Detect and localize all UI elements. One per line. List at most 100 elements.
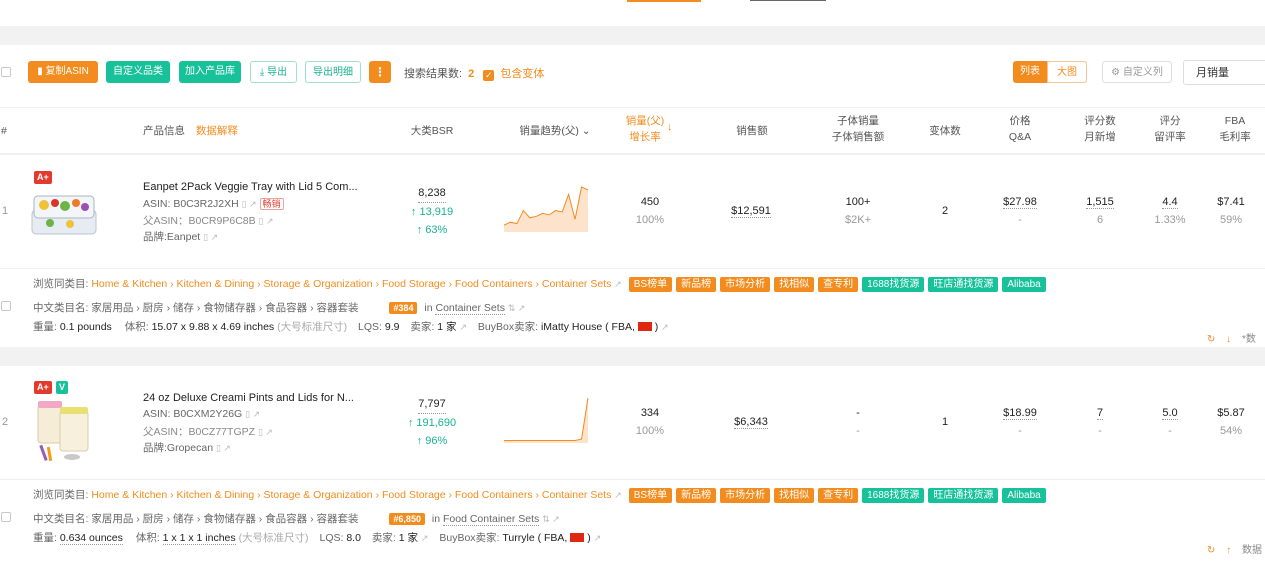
external-link-icon[interactable]: ↗ (614, 279, 622, 289)
child-revenue-label: 子体销售额 (831, 131, 885, 143)
custom-category-button[interactable]: 自定义品类 (106, 61, 170, 83)
export-detail-button[interactable]: 导出明细 (305, 61, 361, 83)
refresh-icon[interactable]: ↻ (1207, 545, 1215, 556)
external-link-icon[interactable]: ↗ (264, 216, 274, 226)
tool-tag-button[interactable]: 旺店通找货源 (928, 488, 999, 503)
product-image[interactable] (28, 188, 100, 238)
revenue-header[interactable]: 销售额 (722, 123, 782, 139)
add-to-library-button[interactable]: 加入产品库 (179, 61, 241, 83)
tool-tag-button[interactable]: 1688找货源 (862, 488, 925, 503)
fba-header[interactable]: FBA 毛利率 (1210, 113, 1260, 145)
variants-header[interactable]: 变体数 (920, 123, 970, 139)
revenue-value[interactable]: $12,591 (731, 205, 771, 218)
trend-header[interactable]: 销量趋势(父) ⌄ (510, 123, 600, 139)
more-button[interactable]: ⋮ (369, 61, 391, 83)
sort-desc-icon[interactable]: ↓ (667, 121, 673, 133)
sort-select[interactable]: 月销量 (1183, 60, 1265, 85)
size-value: 1 x 1 x 1 inches (162, 532, 236, 545)
tool-tag-button[interactable]: 新品榜 (676, 488, 717, 503)
lqs-value: 9.9 (384, 321, 400, 333)
row-checkbox[interactable] (1, 301, 11, 311)
tool-tag-button[interactable]: BS榜单 (628, 277, 673, 292)
product-title[interactable]: Eanpet 2Pack Veggie Tray with Lid 5 Com.… (143, 181, 358, 193)
tool-tag-button[interactable]: 1688找货源 (862, 277, 925, 292)
copy-asin-button[interactable]: ▮ 复制ASIN (28, 61, 98, 83)
bsr-value[interactable]: 8,238 (418, 184, 446, 203)
sales-header[interactable]: 销量(父) 增长率 (615, 113, 675, 145)
browse-path-link[interactable]: Home & Kitchen › Kitchen & Dining › Stor… (91, 489, 611, 501)
select-all-checkbox[interactable] (1, 67, 11, 77)
child-sales-cell: 100+ $2K+ (820, 193, 896, 229)
bsr-value[interactable]: 7,797 (418, 395, 446, 414)
sellers-value[interactable]: 1 家 (399, 532, 418, 544)
rank-category-link[interactable]: Container Sets (435, 302, 505, 315)
rating-header[interactable]: 评分 留评率 (1145, 113, 1195, 145)
price-cell: $27.98 - (995, 193, 1045, 229)
foot-text: *数 (1241, 334, 1256, 345)
product-row: 1 A+ Eanpet 2Pack Veggie Tray with Lid 5… (0, 155, 1265, 347)
external-link-icon[interactable]: ↗ (421, 533, 429, 543)
copy-asin-label: 复制ASIN (45, 66, 89, 77)
custom-columns-button[interactable]: ⚙ 自定义列 (1102, 61, 1172, 83)
buybox-seller[interactable]: Turryle ( FBA, (502, 532, 567, 544)
rating-count-value[interactable]: 1,515 (1086, 196, 1114, 209)
sales-cell: 450 100% (620, 193, 680, 229)
product-title[interactable]: 24 oz Deluxe Creami Pints and Lids for N… (143, 392, 354, 404)
tool-tag-button[interactable]: 找相似 (774, 488, 815, 503)
foot-arrow-icon[interactable]: ↓ (1226, 334, 1231, 345)
external-link-icon[interactable]: ↗ (247, 199, 257, 209)
tool-tag-button[interactable]: Alibaba (1002, 277, 1046, 292)
external-link-icon[interactable]: ↗ (515, 303, 526, 313)
product-image[interactable] (34, 397, 94, 463)
bsr-header[interactable]: 大类BSR (400, 123, 464, 139)
child-sales-value: - (856, 407, 860, 419)
rank-in-text: in (431, 513, 441, 525)
tool-tag-button[interactable]: BS榜单 (628, 488, 673, 503)
lqs-label: LQS: (358, 321, 382, 333)
external-link-icon[interactable]: ↗ (459, 322, 467, 332)
price-header[interactable]: 价格 Q&A (995, 113, 1045, 145)
external-link-icon[interactable]: ↗ (250, 409, 261, 419)
weight-value: 0.1 pounds (59, 321, 112, 333)
row-checkbox[interactable] (1, 512, 11, 522)
sellers-value[interactable]: 1 家 (437, 321, 456, 333)
browse-path-link[interactable]: Home & Kitchen › Kitchen & Dining › Stor… (91, 278, 611, 290)
export-button[interactable]: ⤓ 导出 (250, 61, 297, 83)
tool-tag-button[interactable]: 新品榜 (676, 277, 717, 292)
tool-tag-button[interactable]: 找相似 (774, 277, 815, 292)
tool-tag-button[interactable]: 市场分析 (720, 277, 771, 292)
rank-category-link[interactable]: Food Container Sets (442, 513, 540, 526)
tool-tag-button[interactable]: Alibaba (1002, 488, 1046, 503)
external-link-icon[interactable]: ↗ (263, 427, 273, 437)
external-link-icon[interactable]: ↗ (661, 322, 669, 332)
refresh-icon[interactable]: ↻ (1207, 334, 1215, 345)
price-value[interactable]: $18.99 (1003, 407, 1037, 420)
rating-value[interactable]: 5.0 (1162, 407, 1178, 420)
rating-value[interactable]: 4.4 (1162, 196, 1178, 209)
sellers-label: 卖家: (410, 321, 435, 333)
parent-asin-line: 父ASIN：B0CZ77TGPZ ▯ ↗ (143, 424, 273, 439)
foot-arrow-icon[interactable]: ↑ (1226, 545, 1231, 556)
revenue-value[interactable]: $6,343 (734, 416, 768, 429)
external-link-icon[interactable]: ↗ (594, 533, 602, 543)
external-link-icon[interactable]: ↗ (614, 490, 622, 500)
rating-count-value[interactable]: 7 (1096, 407, 1104, 420)
price-value[interactable]: $27.98 (1003, 196, 1037, 209)
external-link-icon[interactable]: ↗ (221, 443, 231, 453)
sales-trend-chart[interactable] (503, 185, 589, 233)
sales-trend-chart[interactable] (503, 396, 589, 444)
external-link-icon[interactable]: ↗ (550, 514, 560, 524)
external-link-icon[interactable]: ↗ (208, 232, 219, 242)
grid-view-button[interactable]: 大图 (1047, 61, 1087, 83)
tool-tag-button[interactable]: 市场分析 (720, 488, 771, 503)
buybox-seller[interactable]: iMatty House ( FBA, (541, 321, 635, 333)
tool-tag-button[interactable]: 查专利 (818, 277, 859, 292)
rating-count-header[interactable]: 评分数 月新增 (1075, 113, 1125, 145)
tool-tag-button[interactable]: 旺店通找货源 (928, 277, 999, 292)
include-variants-checkbox[interactable]: ✓ (483, 70, 495, 81)
list-view-button[interactable]: 列表 (1013, 61, 1047, 83)
child-sales-header[interactable]: 子体销量 子体销售额 (820, 113, 896, 145)
rank-badge: #6,850 (389, 513, 425, 525)
data-explain-link[interactable]: 数据解释 (196, 125, 238, 137)
tool-tag-button[interactable]: 查专利 (818, 488, 859, 503)
